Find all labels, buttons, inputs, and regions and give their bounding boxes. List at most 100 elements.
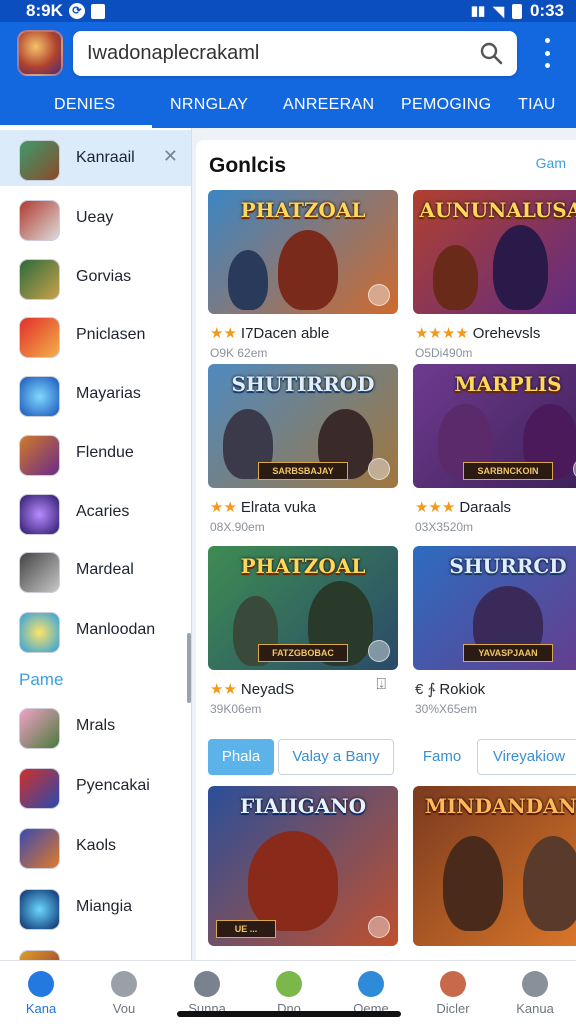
sidebar-item-ueay[interactable]: Ueay [0,190,191,246]
sidebar-item-label: Mayarias [76,385,141,402]
sidebar-item-partial[interactable] [0,940,191,960]
sidebar-item-label: Mrals [76,717,116,734]
game-thumbnail[interactable]: AUNUNALUSAS [413,190,576,314]
tab-denies[interactable]: DENIES [54,96,115,114]
filter-chip[interactable]: Vireyakiow [477,739,576,775]
rating-stars: ★★ [210,325,237,342]
sidebar-item-mardeal[interactable]: Mardeal [0,542,191,598]
game-thumbnail[interactable]: PHATZOAL [208,190,398,314]
thumbnail-title-art: SHUTIRROD [231,372,375,396]
rating-stars: ★★ [210,681,237,698]
tab-tiau[interactable]: TIAU [518,96,556,114]
game-thumbnail[interactable]: SHUTIRROD SARBSBAJAY [208,364,398,488]
sidebar-item-flendue[interactable]: Flendue [0,425,191,481]
rating-line: ★★ I7Dacen able [210,324,329,342]
game-meta: 03X3520m [415,520,474,534]
game-meta: 39K06em [210,702,262,716]
game-meta: O5Di490m [415,346,473,360]
sidebar-item-label: Pniclasen [76,326,146,343]
nav-item-dicler[interactable]: Dicler [412,961,494,1024]
profile-icon [358,971,384,997]
game-icon [19,768,60,809]
rating-line: ★★★ Daraals [415,498,511,516]
game-thumbnail[interactable]: FIAIIGANO UE ... [208,786,398,946]
game-name: Daraals [459,499,512,516]
rating-stars: € ∱ [415,681,436,698]
sidebar-item-gorvias[interactable]: Gorvias [0,249,191,305]
sidebar-item-label: Acaries [76,503,130,520]
status-bar: 8:9K ⟳ ▮▮ ◥ 0:33 [0,0,576,22]
nav-label: Dicler [436,1001,470,1016]
tab-pemoging[interactable]: PEMOGING [401,96,491,114]
app-logo[interactable] [17,30,63,76]
camera-icon [368,640,390,662]
character-figure [228,250,268,310]
notification-icon [90,3,105,19]
thumbnail-banner: SARBSBAJAY [258,462,348,480]
game-thumbnail[interactable]: MARPLIS SARBNCKOIN [413,364,576,488]
sidebar-item-label: Miangia [76,898,133,915]
character-figure [523,836,576,931]
sidebar-item-acaries[interactable]: Acaries [0,484,191,540]
game-icon [19,494,60,535]
rating-line: ★★★★ Orehevsls [415,324,540,342]
character-figure [443,836,503,931]
system-home-indicator[interactable] [177,1011,401,1017]
game-icon [19,828,60,869]
camera-icon [368,458,390,480]
filter-chip[interactable]: Valay a Bany [278,739,394,775]
sidebar-item-pniclasen[interactable]: Pniclasen [0,307,191,363]
store-icon [276,971,302,997]
search-input[interactable] [87,31,457,76]
game-icon [19,950,60,960]
main-panel: Gonlcis Gam PHATZOAL ★★ I7Dacen able O9K … [196,140,576,960]
tab-nrnglay[interactable]: NRNGLAY [170,96,248,114]
section-more-link[interactable]: Gam [536,155,566,171]
nav-item-kana[interactable]: Kana [0,961,82,1024]
sidebar-item-label: Flendue [76,444,134,461]
search-icon[interactable] [479,41,503,65]
character-figure [248,831,338,931]
game-name: NeyadS [240,681,295,698]
camera-icon [368,916,390,938]
game-icon [19,612,60,653]
game-name: I7Dacen able [240,325,330,342]
nav-label: Vou [112,1001,136,1016]
search-box[interactable] [73,31,517,76]
thumbnail-title-art: FIAIIGANO [239,794,367,818]
close-icon[interactable]: ✕ [163,146,178,167]
sidebar-item-label: Kanraail [76,149,135,166]
overflow-menu-icon[interactable] [538,38,556,68]
sidebar-item-label: Ueay [76,209,114,226]
notifications-icon [440,971,466,997]
sidebar: Kanraail ✕ Ueay Gorvias Pniclasen Mayari… [0,128,192,960]
filter-chip[interactable]: Phala [208,739,274,775]
character-figure [278,230,338,310]
sidebar-item-mrals[interactable]: Mrals [0,698,191,754]
sidebar-item-miangia[interactable]: Miangia [0,879,191,935]
rating-stars: ★★★ [415,499,456,516]
game-thumbnail[interactable]: SHURRCD YAVASPJAAN [413,546,576,670]
game-icon [19,200,60,241]
rating-line: € ∱ Rokiok [415,680,485,698]
sidebar-item-kaols[interactable]: Kaols [0,818,191,874]
nav-item-vou[interactable]: Vou [83,961,165,1024]
sidebar-scrollbar[interactable] [187,633,191,703]
account-icon [522,971,548,997]
game-name: Elrata vuka [240,499,316,516]
sidebar-item-pyencakai[interactable]: Pyencakai [0,758,191,814]
filter-chip[interactable]: Famo [410,739,474,775]
game-thumbnail[interactable]: PHATZOAL FATZGBOBAC [208,546,398,670]
home-icon [28,971,54,997]
signal-icon: ▮▮ [470,3,486,18]
nav-item-kanua[interactable]: Kanua [494,961,576,1024]
sidebar-item-mayarias[interactable]: Mayarias [0,366,191,422]
sidebar-item-kanraail[interactable]: Kanraail ✕ [0,130,191,186]
rating-line: ★★ Elrata vuka [210,498,316,516]
download-icon[interactable]: ⍗ [376,676,386,694]
sidebar-item-manloodan[interactable]: Manloodan [0,602,191,658]
tab-anreeran[interactable]: ANREERAN [283,96,374,114]
game-thumbnail[interactable]: MINDANDANS [413,786,576,946]
game-meta: 08X.90em [210,520,265,534]
rating-stars: ★★ [210,499,237,516]
